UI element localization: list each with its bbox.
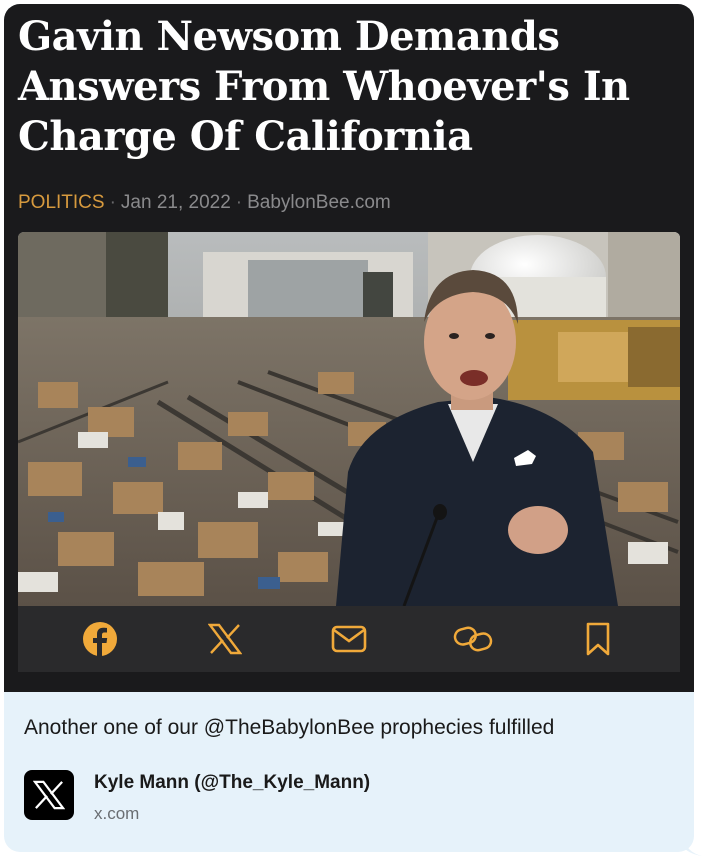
link-icon — [454, 626, 493, 652]
x-share-button[interactable] — [205, 619, 245, 659]
article-photo-illustration — [18, 232, 680, 606]
shared-post-card: Gavin Newsom Demands Answers From Whoeve… — [4, 4, 694, 852]
tweet-text: Another one of our @TheBabylonBee prophe… — [24, 716, 555, 739]
bookmark-button[interactable] — [578, 619, 618, 659]
email-share-button[interactable] — [329, 619, 369, 659]
article-date: Jan 21, 2022 — [120, 192, 231, 213]
x-logo-icon — [33, 780, 65, 810]
bubble-tail — [684, 838, 702, 856]
tweet-section: Another one of our @TheBabylonBee prophe… — [4, 692, 694, 852]
article-source: BabylonBee.com — [247, 192, 391, 213]
mail-icon — [331, 625, 367, 653]
source-author[interactable]: Kyle Mann (@The_Kyle_Mann) — [94, 772, 370, 794]
source-domain[interactable]: x.com — [94, 804, 139, 824]
bookmark-icon — [586, 622, 610, 656]
x-logo[interactable] — [24, 770, 74, 820]
x-icon — [207, 623, 242, 655]
facebook-share-button[interactable] — [80, 619, 120, 659]
facebook-icon — [83, 622, 118, 657]
article-meta: POLITICS · Jan 21, 2022 · BabylonBee.com — [18, 192, 391, 214]
article-category[interactable]: POLITICS — [18, 192, 105, 213]
article-headline[interactable]: Gavin Newsom Demands Answers From Whoeve… — [18, 12, 678, 162]
article-preview[interactable]: Gavin Newsom Demands Answers From Whoeve… — [4, 4, 694, 692]
meta-separator: · — [235, 192, 243, 213]
share-bar — [18, 606, 680, 672]
copy-link-button[interactable] — [453, 619, 493, 659]
article-photo[interactable] — [18, 232, 680, 606]
meta-separator: · — [109, 192, 116, 213]
